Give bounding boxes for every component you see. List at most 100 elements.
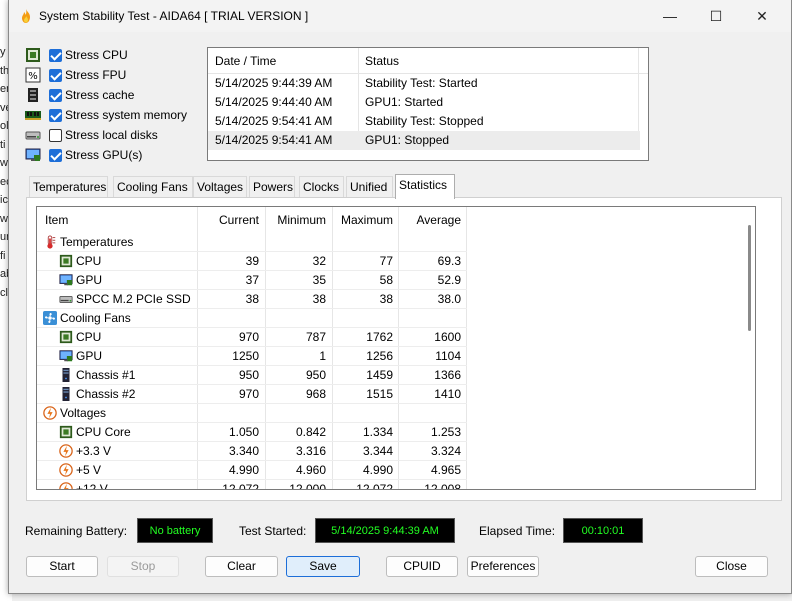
tab-voltages[interactable]: Voltages	[193, 176, 247, 198]
table-row[interactable]: CPU 970 787 1762 1600	[37, 328, 467, 347]
col-header-current[interactable]: Current	[199, 207, 259, 233]
col-header-item[interactable]: Item	[45, 207, 68, 233]
average-value: 1.253	[430, 425, 461, 439]
tab-cooling-fans[interactable]: Cooling Fans	[113, 176, 193, 198]
log-row[interactable]: 5/14/2025 9:54:41 AM Stability Test: Stop…	[208, 112, 640, 131]
group-row[interactable]: Voltages	[37, 404, 467, 423]
average-value: 4.965	[430, 463, 461, 477]
stop-button[interactable]: Stop	[107, 556, 179, 577]
stress-option[interactable]: Stress local disks	[25, 126, 158, 144]
test-started-label: Test Started:	[239, 524, 307, 538]
current-value: 970	[238, 330, 259, 344]
average-value: 1600	[434, 330, 461, 344]
col-header-minimum[interactable]: Minimum	[265, 207, 326, 233]
minimum-value: 787	[305, 330, 326, 344]
maximize-button[interactable]: ☐	[693, 0, 739, 32]
close-button[interactable]: Close	[695, 556, 768, 577]
log-datetime: 5/14/2025 9:54:41 AM	[215, 114, 333, 128]
close-window-button[interactable]: ✕	[739, 0, 785, 32]
window-title: System Stability Test - AIDA64 [ TRIAL V…	[39, 9, 309, 23]
tab-unified[interactable]: Unified	[346, 176, 393, 198]
disk-drive-icon	[59, 292, 73, 306]
log-status: GPU1: Stopped	[365, 133, 450, 147]
table-row[interactable]: CPU 39 32 77 69.3	[37, 252, 467, 271]
battery-value: No battery	[137, 518, 213, 543]
checkbox[interactable]	[49, 128, 62, 142]
table-row[interactable]: Chassis #2 970 968 1515 1410	[37, 385, 467, 404]
stress-option-label: Stress system memory	[65, 108, 188, 122]
cpu-chip-icon	[25, 47, 41, 63]
cpu-chip-icon	[59, 425, 73, 439]
checkbox[interactable]	[49, 148, 62, 162]
minimum-value: 35	[312, 273, 326, 287]
minimize-button[interactable]: —	[647, 0, 693, 32]
voltage-icon	[59, 482, 73, 489]
minimum-value: 950	[305, 368, 326, 382]
average-value: 69.3	[437, 254, 461, 268]
group-label: Temperatures	[60, 235, 134, 249]
log-header-datetime[interactable]: Date / Time	[215, 48, 276, 74]
vertical-scrollbar[interactable]	[741, 207, 755, 489]
tab-temperatures[interactable]: Temperatures	[29, 176, 108, 198]
group-row[interactable]: Temperatures	[37, 233, 467, 252]
table-row[interactable]: CPU Core 1.050 0.842 1.334 1.253	[37, 423, 467, 442]
stress-option[interactable]: Stress cache	[25, 86, 134, 104]
preferences-button[interactable]: Preferences	[467, 556, 539, 577]
current-value: 3.340	[228, 444, 259, 458]
title-bar[interactable]: System Stability Test - AIDA64 [ TRIAL V…	[9, 0, 791, 32]
stress-option[interactable]: Stress system memory	[25, 106, 187, 124]
table-row[interactable]: +5 V 4.990 4.960 4.990 4.965	[37, 461, 467, 480]
col-header-average[interactable]: Average	[399, 207, 461, 233]
log-header-status[interactable]: Status	[365, 48, 399, 74]
checkbox[interactable]	[49, 48, 62, 62]
log-row[interactable]: 5/14/2025 9:44:40 AM GPU1: Started	[208, 93, 640, 112]
stress-option-label: Stress local disks	[65, 128, 158, 142]
stress-option[interactable]: % Stress FPU	[25, 66, 126, 84]
current-value: 1250	[232, 349, 259, 363]
monitor-gpu-icon	[59, 273, 73, 287]
memory-module-icon	[25, 107, 41, 123]
tab-statistics[interactable]: Statistics	[395, 174, 455, 199]
item-label: GPU	[76, 349, 103, 363]
checkbox[interactable]	[49, 88, 62, 102]
checkbox[interactable]	[49, 108, 62, 122]
table-row[interactable]: SPCC M.2 PCIe SSD 38 38 38 38.0	[37, 290, 467, 309]
stress-option[interactable]: Stress CPU	[25, 46, 128, 64]
log-row[interactable]: 5/14/2025 9:44:39 AM Stability Test: Star…	[208, 74, 640, 93]
tab-powers[interactable]: Powers	[249, 176, 295, 198]
log-datetime: 5/14/2025 9:44:40 AM	[215, 95, 333, 109]
start-button[interactable]: Start	[26, 556, 98, 577]
table-row[interactable]: GPU 37 35 58 52.9	[37, 271, 467, 290]
average-value: 52.9	[437, 273, 461, 287]
item-label: GPU	[76, 273, 103, 287]
minimum-value: 4.960	[295, 463, 326, 477]
checkbox[interactable]	[49, 68, 62, 82]
scrollbar-thumb[interactable]	[748, 225, 751, 331]
minimize-icon: —	[663, 8, 677, 24]
maximum-value: 1459	[366, 368, 393, 382]
col-header-maximum[interactable]: Maximum	[331, 207, 393, 233]
battery-label: Remaining Battery:	[25, 524, 128, 538]
tab-clocks[interactable]: Clocks	[299, 176, 344, 198]
maximum-value: 77	[379, 254, 393, 268]
save-button[interactable]: Save	[286, 556, 360, 577]
log-row[interactable]: 5/14/2025 9:54:41 AM GPU1: Stopped	[208, 131, 640, 150]
stress-option[interactable]: Stress GPU(s)	[25, 146, 142, 164]
cpuid-button[interactable]: CPUID	[386, 556, 458, 577]
background-text: w	[0, 157, 8, 169]
table-row[interactable]: +3.3 V 3.340 3.316 3.344 3.324	[37, 442, 467, 461]
group-row[interactable]: Cooling Fans	[37, 309, 467, 328]
minimum-value: 1	[319, 349, 326, 363]
table-row[interactable]: GPU 1250 1 1256 1104	[37, 347, 467, 366]
table-row[interactable]: Chassis #1 950 950 1459 1366	[37, 366, 467, 385]
clear-button[interactable]: Clear	[205, 556, 278, 577]
minimum-value: 968	[305, 387, 326, 401]
stress-option-label: Stress GPU(s)	[65, 148, 143, 162]
item-label: CPU	[76, 254, 102, 268]
item-label: +3.3 V	[76, 444, 112, 458]
group-label: Voltages	[60, 406, 107, 420]
close-icon: ✕	[756, 8, 768, 24]
maximum-value: 4.990	[362, 463, 393, 477]
statistics-table: Item Current Minimum Maximum Average Tem…	[36, 206, 756, 490]
table-row[interactable]: +12 V 12.072 12.000 12.072 12.008	[37, 480, 467, 489]
